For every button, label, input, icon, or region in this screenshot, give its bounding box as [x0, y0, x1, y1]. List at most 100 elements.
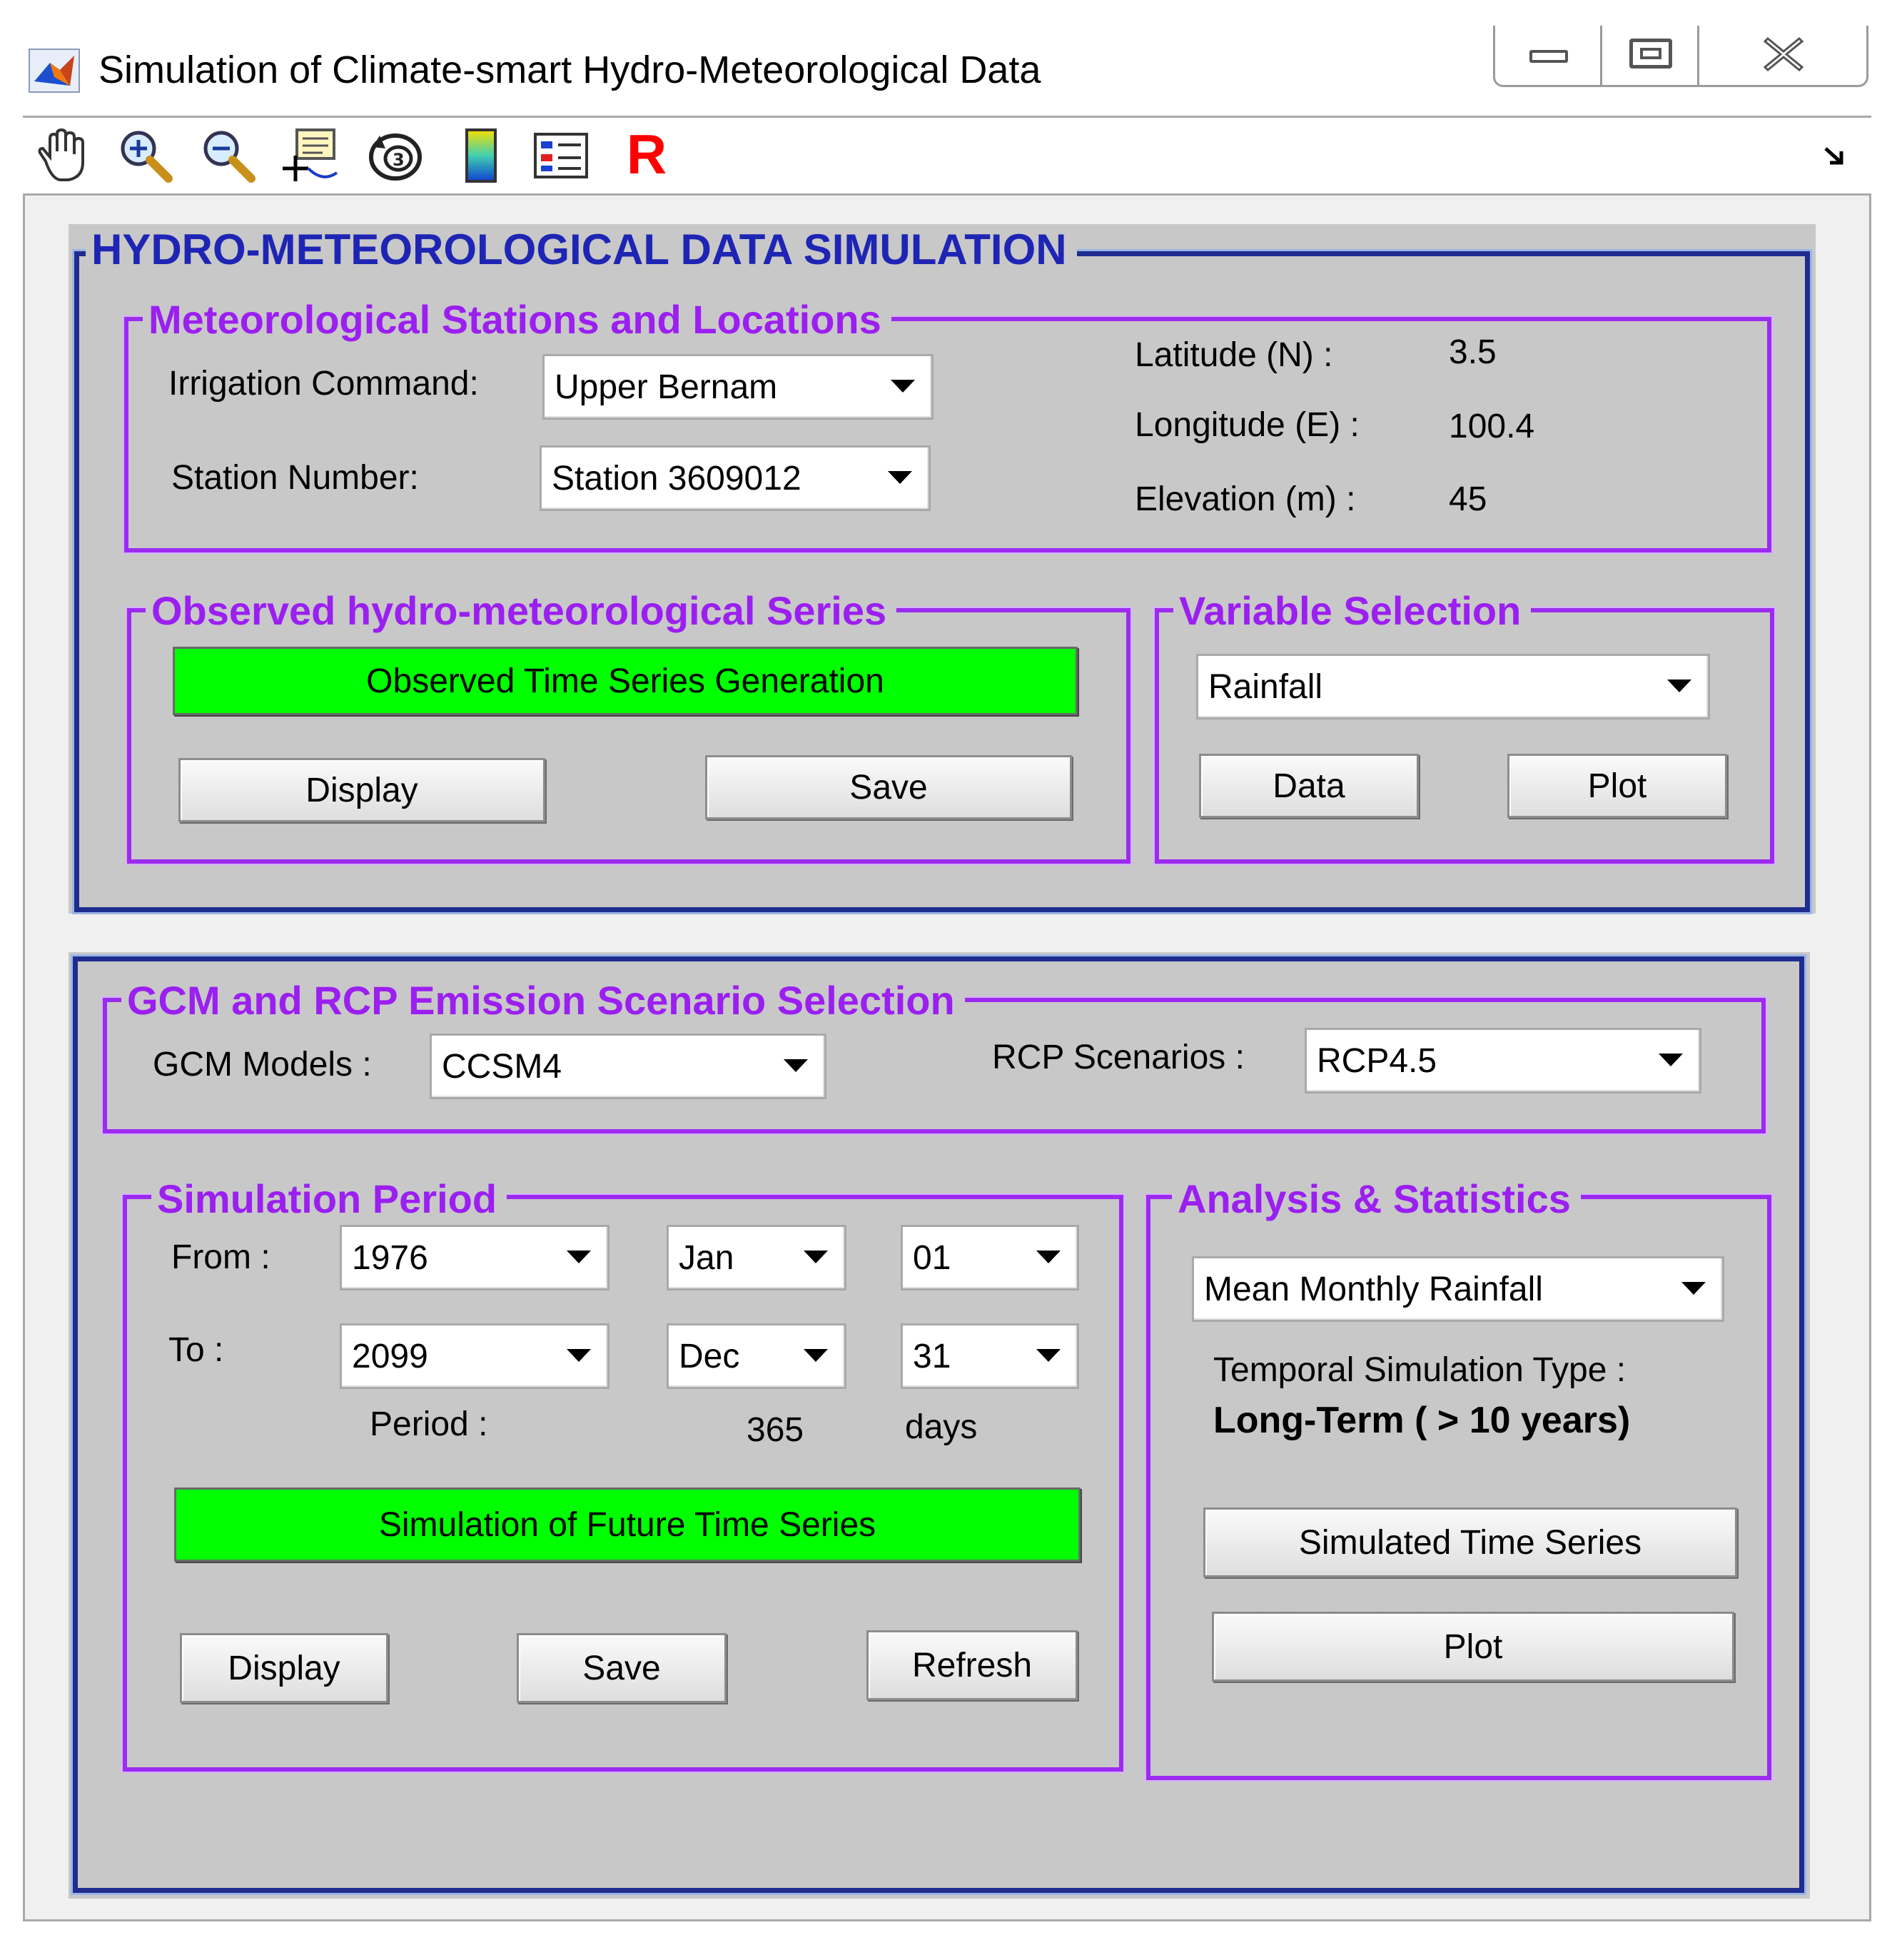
simulation-period-panel-title: Simulation Period	[151, 1178, 507, 1221]
minimize-button[interactable]	[1495, 26, 1602, 85]
to-month-dropdown[interactable]: Dec	[667, 1323, 846, 1389]
period-value: 365	[747, 1411, 804, 1449]
colorbar-button[interactable]	[451, 126, 511, 186]
close-button[interactable]	[1699, 26, 1868, 85]
chevron-down-icon	[1642, 1030, 1699, 1091]
maximize-button[interactable]	[1602, 26, 1699, 85]
legend-button[interactable]	[531, 126, 591, 186]
gcm-models-label: GCM Models :	[153, 1046, 372, 1083]
rcp-scenarios-dropdown[interactable]: RCP4.5	[1305, 1028, 1701, 1093]
to-day-dropdown[interactable]: 31	[901, 1323, 1079, 1389]
to-year-dropdown[interactable]: 2099	[340, 1323, 609, 1389]
simulation-future-time-series-button[interactable]: Simulation of Future Time Series	[174, 1487, 1081, 1562]
chevron-down-icon	[1665, 1258, 1722, 1320]
window-title: Simulation of Climate-smart Hydro-Meteor…	[98, 49, 1041, 91]
r-button[interactable]: R	[618, 120, 675, 188]
data-cursor-button[interactable]	[280, 126, 340, 186]
analysis-statistics-panel-title: Analysis & Statistics	[1172, 1178, 1581, 1221]
observed-save-button[interactable]: Save	[705, 755, 1072, 819]
chevron-down-icon	[767, 1036, 824, 1097]
to-day-value: 31	[913, 1337, 951, 1375]
window-controls	[1493, 26, 1868, 87]
statistic-dropdown[interactable]: Mean Monthly Rainfall	[1192, 1256, 1724, 1322]
irrigation-command-value: Upper Bernam	[555, 368, 778, 406]
gcm-rcp-panel-title: GCM and RCP Emission Scenario Selection	[121, 979, 965, 1022]
irrigation-command-dropdown[interactable]: Upper Bernam	[542, 354, 934, 420]
from-day-dropdown[interactable]: 01	[901, 1225, 1079, 1290]
period-display-button[interactable]: Display	[180, 1633, 388, 1703]
analysis-plot-button[interactable]: Plot	[1212, 1612, 1734, 1682]
data-cursor-icon	[283, 128, 338, 181]
maximize-icon	[1629, 39, 1672, 69]
variable-value: Rainfall	[1208, 667, 1323, 706]
rcp-scenarios-label: RCP Scenarios :	[992, 1039, 1245, 1076]
variable-plot-button[interactable]: Plot	[1507, 754, 1727, 818]
to-month-value: Dec	[679, 1337, 740, 1375]
variable-dropdown[interactable]: Rainfall	[1196, 654, 1710, 719]
r-icon: R	[626, 122, 667, 186]
dock-button[interactable]	[1821, 141, 1850, 170]
from-day-value: 01	[913, 1238, 951, 1277]
period-unit: days	[905, 1408, 978, 1446]
station-number-label: Station Number:	[171, 459, 419, 497]
rcp-scenarios-value: RCP4.5	[1317, 1041, 1437, 1080]
temporal-simulation-type-label: Temporal Simulation Type :	[1213, 1351, 1627, 1389]
chevron-down-icon	[787, 1227, 844, 1288]
chevron-down-icon	[550, 1227, 607, 1288]
period-refresh-button[interactable]: Refresh	[866, 1630, 1078, 1700]
chevron-down-icon	[550, 1325, 607, 1387]
period-save-button[interactable]: Save	[517, 1633, 727, 1703]
station-number-dropdown[interactable]: Station 3609012	[540, 445, 931, 511]
rotate-3d-button[interactable]: 3	[365, 126, 425, 186]
period-label: Period :	[370, 1405, 488, 1443]
to-year-value: 2099	[352, 1337, 428, 1375]
observed-series-panel-title: Observed hydro-meteorological Series	[146, 590, 897, 632]
from-month-value: Jan	[679, 1238, 734, 1277]
elevation-label: Elevation (m) :	[1135, 480, 1356, 518]
hydro-panel-title: HYDRO-METEOROLOGICAL DATA SIMULATION	[86, 228, 1077, 271]
elevation-value: 45	[1449, 480, 1487, 518]
gcm-models-dropdown[interactable]: CCSM4	[430, 1034, 826, 1099]
chevron-down-icon	[1651, 656, 1708, 717]
chevron-down-icon	[874, 356, 931, 418]
from-year-dropdown[interactable]: 1976	[340, 1225, 609, 1290]
matlab-icon	[29, 49, 80, 93]
temporal-simulation-type-value: Long-Term ( > 10 years)	[1213, 1400, 1631, 1441]
legend-icon	[534, 133, 588, 178]
variable-data-button[interactable]: Data	[1199, 754, 1419, 818]
chevron-down-icon	[1020, 1325, 1077, 1387]
gcm-models-value: CCSM4	[442, 1047, 562, 1086]
chevron-down-icon	[1020, 1227, 1077, 1288]
to-label: To :	[168, 1331, 224, 1369]
statistic-value: Mean Monthly Rainfall	[1204, 1270, 1543, 1308]
close-icon	[1763, 36, 1804, 72]
zoom-in-icon	[121, 131, 173, 183]
from-month-dropdown[interactable]: Jan	[667, 1225, 846, 1290]
longitude-label: Longitude (E) :	[1135, 406, 1360, 444]
latitude-value: 3.5	[1449, 333, 1497, 371]
from-label: From :	[171, 1238, 270, 1276]
observed-time-series-generation-button[interactable]: Observed Time Series Generation	[173, 647, 1078, 715]
rotate-3d-icon: 3	[369, 133, 422, 181]
pan-hand-icon	[38, 128, 84, 181]
colorbar-icon	[465, 128, 497, 183]
from-year-value: 1976	[352, 1238, 428, 1277]
minimize-icon	[1529, 50, 1568, 63]
zoom-out-button[interactable]	[197, 126, 257, 186]
irrigation-command-label: Irrigation Command:	[168, 365, 479, 403]
longitude-value: 100.4	[1449, 408, 1535, 445]
chevron-down-icon	[787, 1325, 844, 1387]
dock-arrow-icon	[1824, 147, 1843, 165]
variable-selection-panel	[1155, 608, 1774, 864]
svg-text:3: 3	[393, 150, 405, 170]
station-number-value: Station 3609012	[552, 459, 801, 497]
pan-tool-button[interactable]	[31, 126, 91, 186]
simulated-time-series-button[interactable]: Simulated Time Series	[1203, 1507, 1737, 1577]
observed-display-button[interactable]: Display	[178, 758, 545, 822]
chevron-down-icon	[871, 448, 929, 509]
zoom-in-button[interactable]	[114, 126, 174, 186]
stations-panel-title: Meteorological Stations and Locations	[143, 298, 891, 341]
variable-selection-panel-title: Variable Selection	[1173, 590, 1532, 632]
zoom-out-icon	[203, 131, 256, 183]
latitude-label: Latitude (N) :	[1135, 336, 1333, 374]
